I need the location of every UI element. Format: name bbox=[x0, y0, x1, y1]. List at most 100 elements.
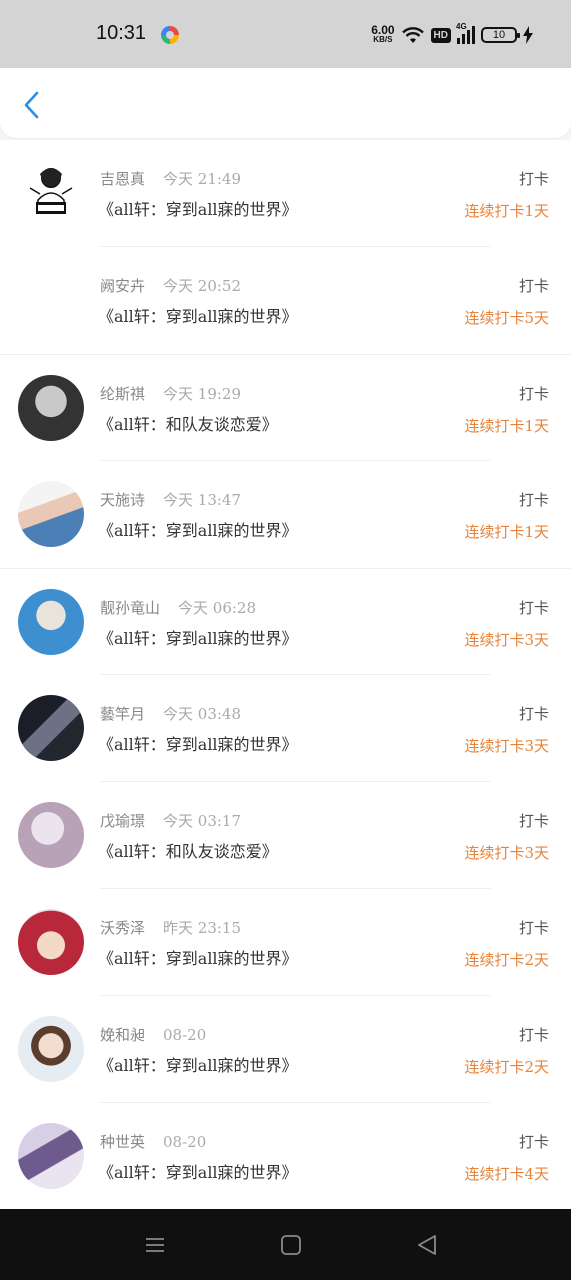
streak-label: 连续打卡3天 bbox=[464, 844, 549, 862]
entry-meta: 藝竿月 今天 03:48 bbox=[100, 703, 241, 724]
avatar[interactable] bbox=[18, 1016, 84, 1082]
user-name: 种世英 bbox=[100, 1133, 146, 1151]
avatar[interactable] bbox=[18, 375, 84, 441]
avatar[interactable] bbox=[18, 589, 84, 655]
streak-label: 连续打卡1天 bbox=[464, 202, 549, 220]
list-item[interactable]: 藝竿月 今天 03:48 《all轩：穿到all寐的世界》 打卡 连续打卡3天 bbox=[0, 675, 571, 782]
checkin-time: 今天 13:47 bbox=[163, 491, 242, 509]
signal-icon: 4G bbox=[456, 22, 475, 44]
user-name: 吉恩真 bbox=[100, 170, 146, 188]
book-title[interactable]: 《all轩：穿到all寐的世界》 bbox=[98, 1052, 298, 1076]
streak-label: 连续打卡2天 bbox=[464, 951, 549, 969]
status-indicators: 6.00 KB/S HD 4G 10 bbox=[371, 22, 533, 48]
home-square-icon[interactable] bbox=[277, 1231, 305, 1259]
entry-meta: 吉恩真 今天 21:49 bbox=[100, 168, 241, 189]
list-item[interactable]: 阙安卉 今天 20:52 《all轩：穿到all寐的世界》 打卡 连续打卡5天 bbox=[0, 247, 571, 354]
list-item[interactable]: 靓孙竜山 今天 06:28 《all轩：穿到all寐的世界》 打卡 连续打卡3天 bbox=[0, 568, 571, 675]
checkin-label[interactable]: 打卡 bbox=[519, 1024, 549, 1045]
checkin-label[interactable]: 打卡 bbox=[519, 597, 549, 618]
chevron-left-icon[interactable] bbox=[18, 90, 48, 120]
user-name: 娩和昶 bbox=[100, 1026, 146, 1044]
user-name: 靓孙竜山 bbox=[100, 599, 161, 617]
network-type: 4G bbox=[456, 22, 467, 31]
menu-icon[interactable] bbox=[141, 1231, 169, 1259]
user-name: 沃秀泽 bbox=[100, 919, 146, 937]
streak-label: 连续打卡3天 bbox=[464, 737, 549, 755]
book-title[interactable]: 《all轩：穿到all寐的世界》 bbox=[98, 1159, 298, 1183]
battery-icon: 10 bbox=[481, 27, 520, 43]
checkin-time: 08-20 bbox=[163, 1026, 207, 1044]
book-title[interactable]: 《all轩：和队友谈恋爱》 bbox=[98, 411, 278, 435]
checkin-time: 今天 03:48 bbox=[163, 705, 242, 723]
list-item[interactable]: 吉恩真 今天 21:49 《all轩：穿到all寐的世界》 打卡 连续打卡1天 bbox=[0, 140, 571, 247]
entry-meta: 纶斯祺 今天 19:29 bbox=[100, 383, 241, 404]
checkin-label[interactable]: 打卡 bbox=[519, 383, 549, 404]
app-notification-icon bbox=[161, 26, 179, 44]
checkin-label[interactable]: 打卡 bbox=[519, 917, 549, 938]
entry-meta: 阙安卉 今天 20:52 bbox=[100, 275, 241, 296]
checkin-list: 吉恩真 今天 21:49 《all轩：穿到all寐的世界》 打卡 连续打卡1天 阙… bbox=[0, 140, 571, 1210]
checkin-label[interactable]: 打卡 bbox=[519, 168, 549, 189]
book-title[interactable]: 《all轩：穿到all寐的世界》 bbox=[98, 625, 298, 649]
user-name: 天施诗 bbox=[100, 491, 146, 509]
system-nav-bar bbox=[0, 1209, 571, 1280]
user-name: 藝竿月 bbox=[100, 705, 146, 723]
avatar[interactable] bbox=[18, 160, 84, 226]
checkin-time: 今天 06:28 bbox=[178, 599, 257, 617]
avatar[interactable] bbox=[18, 695, 84, 761]
book-title[interactable]: 《all轩：穿到all寐的世界》 bbox=[98, 196, 298, 220]
list-item[interactable]: 沃秀泽 昨天 23:15 《all轩：穿到all寐的世界》 打卡 连续打卡2天 bbox=[0, 889, 571, 996]
checkin-time: 今天 19:29 bbox=[163, 385, 242, 403]
streak-label: 连续打卡1天 bbox=[464, 523, 549, 541]
streak-label: 连续打卡4天 bbox=[464, 1165, 549, 1183]
charging-icon bbox=[523, 26, 533, 44]
status-bar: 10:31 6.00 KB/S HD 4G 10 bbox=[0, 0, 571, 68]
checkin-time: 昨天 23:15 bbox=[163, 919, 242, 937]
book-title[interactable]: 《all轩：穿到all寐的世界》 bbox=[98, 517, 298, 541]
checkin-time: 今天 03:17 bbox=[163, 812, 242, 830]
checkin-label[interactable]: 打卡 bbox=[519, 703, 549, 724]
list-item[interactable]: 娩和昶 08-20 《all轩：穿到all寐的世界》 打卡 连续打卡2天 bbox=[0, 996, 571, 1103]
streak-label: 连续打卡5天 bbox=[464, 309, 549, 327]
checkin-time: 08-20 bbox=[163, 1133, 207, 1151]
checkin-label[interactable]: 打卡 bbox=[519, 489, 549, 510]
avatar[interactable] bbox=[18, 267, 84, 333]
wifi-icon bbox=[401, 27, 424, 43]
entry-meta: 沃秀泽 昨天 23:15 bbox=[100, 917, 241, 938]
hd-badge: HD bbox=[430, 27, 451, 43]
checkin-time: 今天 21:49 bbox=[163, 170, 242, 188]
user-name: 阙安卉 bbox=[100, 277, 146, 295]
entry-meta: 靓孙竜山 今天 06:28 bbox=[100, 597, 256, 618]
back-triangle-icon[interactable] bbox=[413, 1231, 441, 1259]
entry-meta: 娩和昶 08-20 bbox=[100, 1024, 206, 1045]
avatar[interactable] bbox=[18, 481, 84, 547]
entry-meta: 天施诗 今天 13:47 bbox=[100, 489, 241, 510]
network-speed-unit: KB/S bbox=[373, 35, 393, 44]
network-speed: 6.00 KB/S bbox=[371, 23, 395, 44]
network-speed-value: 6.00 bbox=[371, 23, 395, 37]
list-item[interactable]: 天施诗 今天 13:47 《all轩：穿到all寐的世界》 打卡 连续打卡1天 bbox=[0, 461, 571, 568]
checkin-label[interactable]: 打卡 bbox=[519, 1131, 549, 1152]
list-item[interactable]: 戊瑜璟 今天 03:17 《all轩：和队友谈恋爱》 打卡 连续打卡3天 bbox=[0, 782, 571, 889]
streak-label: 连续打卡1天 bbox=[464, 417, 549, 435]
avatar[interactable] bbox=[18, 909, 84, 975]
user-name: 戊瑜璟 bbox=[100, 812, 146, 830]
checkin-time: 今天 20:52 bbox=[163, 277, 242, 295]
header-bar bbox=[0, 68, 571, 138]
list-item[interactable]: 种世英 08-20 《all轩：穿到all寐的世界》 打卡 连续打卡4天 bbox=[0, 1103, 571, 1210]
list-item[interactable]: 纶斯祺 今天 19:29 《all轩：和队友谈恋爱》 打卡 连续打卡1天 bbox=[0, 354, 571, 461]
streak-label: 连续打卡2天 bbox=[464, 1058, 549, 1076]
entry-meta: 种世英 08-20 bbox=[100, 1131, 206, 1152]
avatar[interactable] bbox=[18, 1123, 84, 1189]
checkin-label[interactable]: 打卡 bbox=[519, 810, 549, 831]
checkin-label[interactable]: 打卡 bbox=[519, 275, 549, 296]
status-time: 10:31 bbox=[96, 22, 147, 44]
book-title[interactable]: 《all轩：穿到all寐的世界》 bbox=[98, 731, 298, 755]
book-title[interactable]: 《all轩：和队友谈恋爱》 bbox=[98, 838, 278, 862]
avatar[interactable] bbox=[18, 802, 84, 868]
user-name: 纶斯祺 bbox=[100, 385, 146, 403]
entry-meta: 戊瑜璟 今天 03:17 bbox=[100, 810, 241, 831]
book-title[interactable]: 《all轩：穿到all寐的世界》 bbox=[98, 303, 298, 327]
streak-label: 连续打卡3天 bbox=[464, 631, 549, 649]
book-title[interactable]: 《all轩：穿到all寐的世界》 bbox=[98, 945, 298, 969]
